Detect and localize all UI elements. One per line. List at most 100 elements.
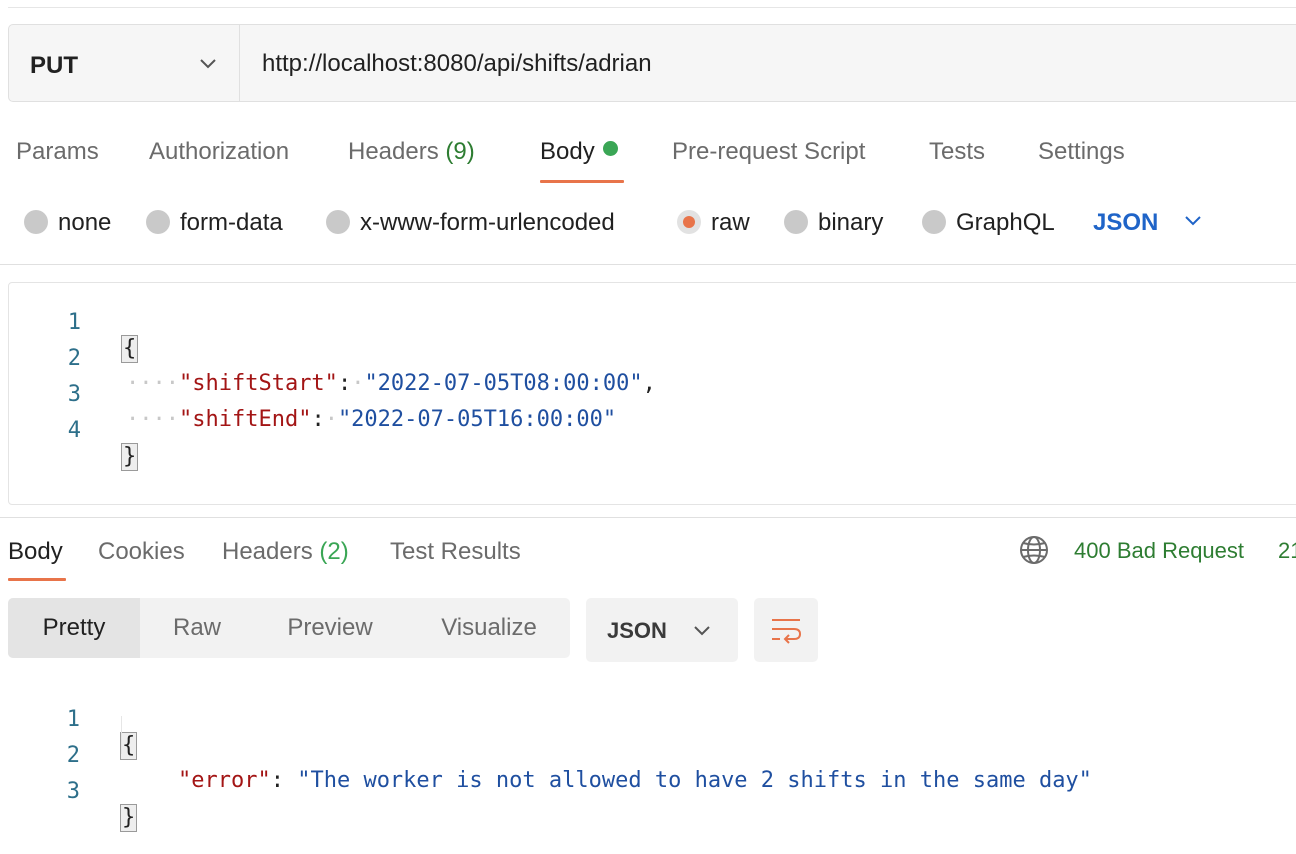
method-label: PUT <box>30 52 78 79</box>
active-tab-underline <box>8 578 66 581</box>
json-value: "The worker is not allowed to have 2 shi… <box>297 768 1092 793</box>
code-line: 3 ····"shiftEnd":·"2022-07-05T16:00:00" <box>9 357 616 432</box>
radio-label: binary <box>818 209 884 236</box>
code-line: 2 "error": "The worker is not allowed to… <box>0 718 1092 793</box>
tab-label: Settings <box>1038 138 1125 165</box>
code-line: 1 { <box>0 682 138 760</box>
radio-x-www-form-urlencoded[interactable]: x-www-form-urlencoded <box>326 209 615 237</box>
response-tab-body[interactable]: Body <box>8 538 63 566</box>
space-dot: · <box>351 371 365 396</box>
tab-label: Cookies <box>98 538 185 565</box>
tab-body[interactable]: Body <box>540 138 618 166</box>
method-select[interactable]: PUT <box>9 25 240 101</box>
status-code[interactable]: 400 Bad Request <box>1074 538 1244 564</box>
radio-circle <box>922 210 946 234</box>
response-body-viewer[interactable]: 1 { 2 "error": "The worker is not allowe… <box>0 680 1296 832</box>
response-format-select[interactable]: JSON <box>586 598 738 662</box>
radio-circle <box>784 210 808 234</box>
tab-label: Test Results <box>390 538 521 565</box>
wrap-lines-button[interactable] <box>754 598 818 662</box>
headers-count: (9) <box>445 138 475 165</box>
response-time[interactable]: 21 <box>1278 538 1296 564</box>
radio-circle <box>326 210 350 234</box>
divider <box>0 517 1296 518</box>
request-body-editor[interactable]: 1 { 2 ····"shiftStart":·"2022-07-05T08:0… <box>8 282 1296 505</box>
response-tab-test-results[interactable]: Test Results <box>390 538 521 566</box>
view-pretty[interactable]: Pretty <box>8 598 140 658</box>
globe-icon[interactable] <box>1019 535 1049 565</box>
language-select[interactable]: JSON <box>1093 209 1158 237</box>
headers-count: (2) <box>319 538 349 565</box>
open-brace: { <box>121 335 139 363</box>
indent-dots: ···· <box>126 371 179 396</box>
tab-params[interactable]: Params <box>16 138 99 166</box>
radio-form-data[interactable]: form-data <box>146 209 283 237</box>
tab-label: Headers <box>348 138 439 165</box>
code-line: 3 } <box>0 754 138 832</box>
view-visualize[interactable]: Visualize <box>428 598 550 658</box>
radio-circle-checked <box>677 210 701 234</box>
view-mode-selector: Pretty Raw Preview Visualize <box>8 598 570 658</box>
divider <box>0 264 1296 265</box>
chevron-down-icon <box>694 626 710 636</box>
radio-none[interactable]: none <box>24 209 111 237</box>
active-tab-underline <box>540 180 624 183</box>
view-raw[interactable]: Raw <box>152 598 242 658</box>
tab-label: Headers <box>222 538 313 565</box>
radio-raw[interactable]: raw <box>677 209 750 237</box>
body-indicator-dot <box>602 141 618 156</box>
json-key: "shiftStart" <box>178 371 338 396</box>
tab-tests[interactable]: Tests <box>929 138 985 166</box>
radio-label: GraphQL <box>956 209 1055 236</box>
radio-label: x-www-form-urlencoded <box>360 209 615 236</box>
tab-label: Tests <box>929 138 986 165</box>
tab-headers[interactable]: Headers (9) <box>348 138 475 166</box>
view-preview[interactable]: Preview <box>270 598 390 658</box>
code-line: 2 ····"shiftStart":·"2022-07-05T08:00:00… <box>9 321 656 396</box>
indent-dots: ···· <box>126 407 179 432</box>
url-input[interactable]: http://localhost:8080/api/shifts/adrian <box>262 50 652 78</box>
radio-label: form-data <box>180 209 283 236</box>
json-colon: : <box>311 407 325 432</box>
space-dot: · <box>324 407 338 432</box>
format-label: JSON <box>607 618 667 643</box>
json-colon: : <box>337 371 352 396</box>
wrap-lines-icon <box>772 619 802 644</box>
code-line: 4 } <box>9 393 139 471</box>
chevron-down-icon[interactable] <box>1183 210 1203 230</box>
tab-label: Body <box>540 138 595 165</box>
close-brace: } <box>121 443 139 471</box>
body-type-options: none form-data x-www-form-urlencoded raw… <box>0 205 1296 245</box>
tab-label: Pre-request Script <box>672 138 866 165</box>
request-tabs: Params Authorization Headers (9) Body Pr… <box>0 130 1296 190</box>
response-tab-cookies[interactable]: Cookies <box>98 538 185 566</box>
indent-guide <box>121 716 122 754</box>
tab-authorization[interactable]: Authorization <box>149 138 289 166</box>
json-value: "2022-07-05T08:00:00" <box>364 371 643 396</box>
json-colon: : <box>270 768 284 793</box>
tab-pre-request-script[interactable]: Pre-request Script <box>672 138 865 166</box>
tab-label: Params <box>16 138 99 165</box>
response-tab-headers[interactable]: Headers (2) <box>222 538 349 566</box>
close-brace: } <box>120 804 138 832</box>
chevron-down-icon <box>200 59 216 69</box>
request-url-bar: PUT http://localhost:8080/api/shifts/adr… <box>8 24 1296 102</box>
json-value: "2022-07-05T16:00:00" <box>337 407 617 432</box>
radio-circle <box>24 210 48 234</box>
json-key: "error" <box>178 768 271 793</box>
line-number: 4 <box>67 418 81 443</box>
radio-label: none <box>58 209 112 236</box>
tab-label: Authorization <box>149 138 290 165</box>
code-line: 1 { <box>9 285 139 363</box>
radio-binary[interactable]: binary <box>784 209 883 237</box>
radio-circle <box>146 210 170 234</box>
line-number: 3 <box>66 779 80 804</box>
radio-label: raw <box>711 209 750 236</box>
top-divider <box>8 7 1296 8</box>
json-key: "shiftEnd" <box>178 407 312 432</box>
tab-settings[interactable]: Settings <box>1038 138 1125 166</box>
tab-label: Body <box>8 538 63 565</box>
json-comma: , <box>642 371 656 396</box>
open-brace: { <box>120 732 138 760</box>
radio-graphql[interactable]: GraphQL <box>922 209 1055 237</box>
